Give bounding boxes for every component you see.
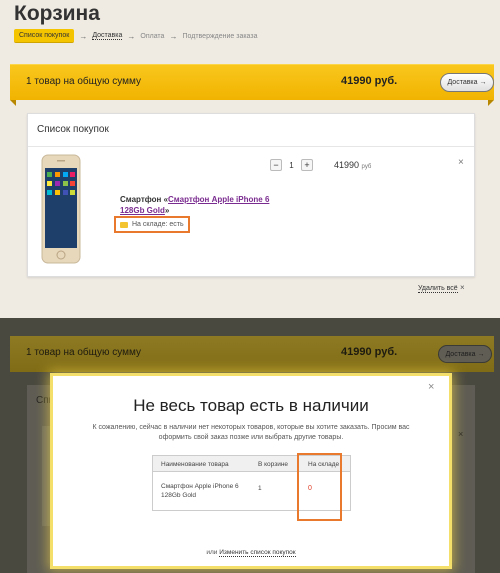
- cell-cart-qty: 1: [258, 485, 262, 492]
- change-list-link[interactable]: Изменить список покупок: [219, 549, 296, 557]
- delete-all-icon[interactable]: ×: [460, 283, 465, 292]
- card-title-dimmed: Спи: [36, 395, 55, 406]
- product-title: Смартфон «Смартфон Apple iPhone 6 128Gb …: [120, 195, 270, 215]
- summary-text: 1 товар на общую сумму: [26, 347, 141, 358]
- remove-item-icon-dimmed: ×: [458, 429, 464, 439]
- quantity-stepper: − 1 +: [270, 159, 313, 171]
- checkout-steps: Список покупок → Доставка → Оплата → Под…: [14, 29, 257, 43]
- stock-text: На складе: есть: [132, 221, 184, 228]
- delivery-button[interactable]: Доставка →: [440, 73, 494, 92]
- col-header-name: Наименование товара: [161, 461, 229, 468]
- modal-close-icon[interactable]: ×: [428, 381, 434, 393]
- step-delivery[interactable]: Доставка: [92, 32, 123, 40]
- summary-text: 1 товар на общую сумму: [26, 76, 141, 87]
- shopping-list-card: Список покупок Смартфон «Смартфон Apple …: [27, 113, 475, 277]
- summary-price: 41990 руб.: [341, 75, 398, 87]
- card-title: Список покупок: [28, 114, 474, 147]
- item-price: 41990 руб: [334, 160, 372, 170]
- remove-item-icon[interactable]: ×: [458, 157, 464, 168]
- modal-description: К сожалению, сейчас в наличии нет некото…: [92, 424, 410, 441]
- cell-product-name: Смартфон Apple iPhone 6 128Gb Gold: [161, 483, 239, 499]
- cart-page: Корзина Список покупок → Доставка → Опла…: [0, 0, 500, 318]
- step-arrow: →: [127, 31, 136, 41]
- step-confirmation: Подтверждение заказа: [182, 32, 258, 40]
- stock-status: На складе: есть: [114, 216, 190, 233]
- overlay-page: 1 товар на общую сумму 41990 руб. Достав…: [0, 318, 500, 573]
- delivery-button-dimmed: Доставка →: [438, 345, 492, 363]
- step-arrow: →: [79, 31, 88, 41]
- qty-minus-button[interactable]: −: [270, 159, 282, 171]
- stock-column-highlight: [297, 453, 342, 521]
- step-arrow: →: [169, 31, 178, 41]
- out-of-stock-modal: × Не весь товар есть в наличии К сожален…: [53, 376, 449, 566]
- step-cart[interactable]: Список покупок: [14, 29, 75, 43]
- summary-price: 41990 руб.: [341, 346, 398, 358]
- product-image[interactable]: [41, 154, 81, 264]
- delete-all-link[interactable]: Удалить всё: [418, 285, 458, 293]
- page-title: Корзина: [14, 2, 100, 25]
- qty-value[interactable]: 1: [282, 161, 301, 170]
- order-summary-bar-dimmed: 1 товар на общую сумму 41990 руб. Достав…: [10, 336, 494, 372]
- qty-plus-button[interactable]: +: [301, 159, 313, 171]
- modal-title: Не весь товар есть в наличии: [133, 396, 369, 415]
- col-header-cart: В корзине: [258, 461, 289, 468]
- order-summary-bar: 1 товар на общую сумму 41990 руб. Достав…: [10, 64, 494, 106]
- stock-icon: [120, 221, 128, 228]
- step-payment: Оплата: [140, 32, 165, 40]
- modal-footer: или Изменить список покупок: [206, 549, 296, 557]
